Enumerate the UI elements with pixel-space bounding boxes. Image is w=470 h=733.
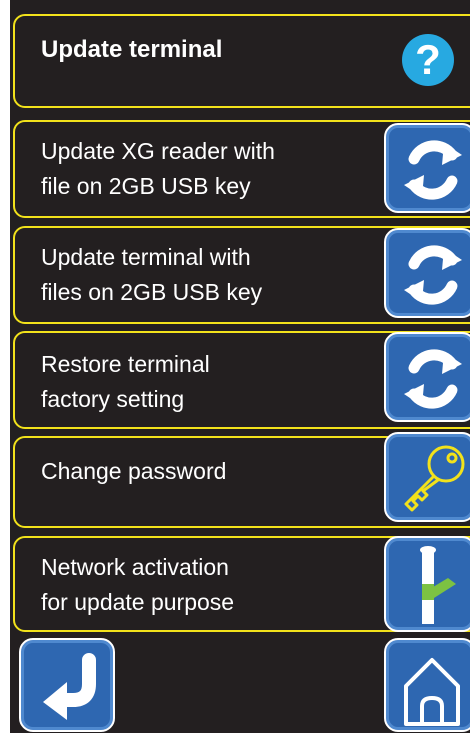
change-password-button[interactable] bbox=[384, 432, 470, 522]
refresh-icon bbox=[404, 245, 462, 305]
network-activation-button[interactable] bbox=[384, 536, 470, 632]
menu-item-label: Update terminal with files on 2GB USB ke… bbox=[41, 244, 263, 305]
refresh-icon bbox=[404, 140, 462, 200]
restore-factory-button[interactable] bbox=[384, 332, 470, 422]
menu-item-label: Restore terminal factory setting bbox=[41, 351, 210, 412]
update-terminal-screen: Update terminal ? Update XG reader with … bbox=[10, 0, 470, 733]
page-title: Update terminal bbox=[41, 36, 223, 63]
update-terminal-button[interactable] bbox=[384, 228, 470, 318]
pipe-valve-icon bbox=[420, 546, 456, 624]
menu-item-label: Network activation for update purpose bbox=[41, 554, 235, 615]
return-arrow-icon bbox=[43, 653, 96, 720]
menu-item-label: Update XG reader with file on 2GB USB ke… bbox=[41, 138, 275, 199]
menu-item-label: Change password bbox=[41, 458, 227, 484]
help-button[interactable]: ? bbox=[402, 34, 454, 86]
back-button[interactable] bbox=[19, 638, 115, 732]
help-icon: ? bbox=[415, 36, 441, 83]
key-icon bbox=[404, 445, 465, 512]
update-xg-reader-button[interactable] bbox=[384, 123, 470, 213]
home-icon bbox=[404, 658, 460, 726]
refresh-icon bbox=[404, 349, 462, 409]
home-button[interactable] bbox=[384, 638, 470, 732]
